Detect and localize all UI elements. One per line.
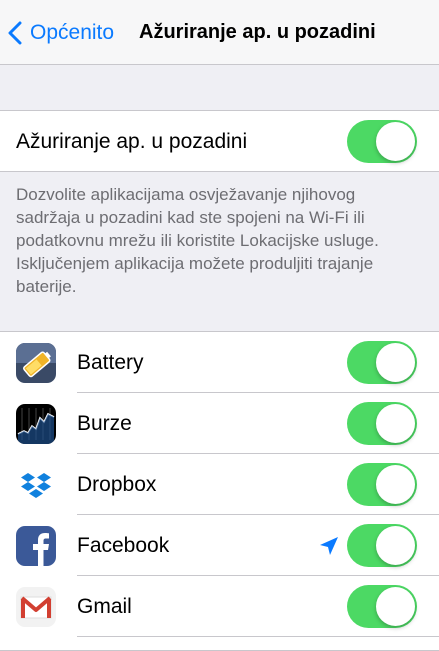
background-refresh-row: Ažuriranje ap. u pozadini: [0, 110, 439, 172]
toggle-knob: [376, 526, 415, 565]
stocks-app-icon: [16, 404, 56, 444]
facebook-toggle[interactable]: [347, 524, 417, 567]
back-button[interactable]: Općenito: [6, 19, 114, 47]
facebook-app-icon: [16, 526, 56, 566]
section-footer-text: Dozvolite aplikacijama osvježavanje njih…: [16, 185, 379, 296]
app-row-burze: Burze: [0, 393, 439, 454]
toggle-knob: [376, 404, 415, 443]
toggle-knob: [376, 122, 415, 161]
toggle-knob: [376, 343, 415, 382]
toggle-knob: [376, 465, 415, 504]
app-list: Battery Burze Dropbox Facebook Gmail: [0, 331, 439, 651]
app-name: Gmail: [77, 595, 132, 618]
navigation-bar: Općenito Ažuriranje ap. u pozadini: [0, 0, 439, 65]
row-separator: [77, 636, 439, 637]
app-row-battery: Battery: [0, 332, 439, 393]
gmail-toggle[interactable]: [347, 585, 417, 628]
page-title: Ažuriranje ap. u pozadini: [139, 21, 376, 43]
background-refresh-toggle[interactable]: [347, 120, 417, 163]
chevron-left-icon: [8, 21, 22, 45]
app-name: Battery: [77, 351, 144, 374]
battery-app-icon: [16, 343, 56, 383]
toggle-knob: [376, 587, 415, 626]
app-name: Facebook: [77, 534, 170, 557]
battery-toggle[interactable]: [347, 341, 417, 384]
location-arrow-icon: [320, 537, 338, 555]
app-name: Burze: [77, 412, 132, 435]
app-row-dropbox: Dropbox: [0, 454, 439, 515]
background-refresh-label: Ažuriranje ap. u pozadini: [16, 130, 248, 153]
back-button-label: Općenito: [30, 21, 115, 44]
app-row-facebook: Facebook: [0, 515, 439, 576]
dropbox-app-icon: [16, 465, 56, 505]
app-row-gmail: Gmail: [0, 576, 439, 637]
app-name: Dropbox: [77, 473, 157, 496]
gmail-app-icon: [16, 587, 56, 627]
dropbox-toggle[interactable]: [347, 463, 417, 506]
burze-toggle[interactable]: [347, 402, 417, 445]
